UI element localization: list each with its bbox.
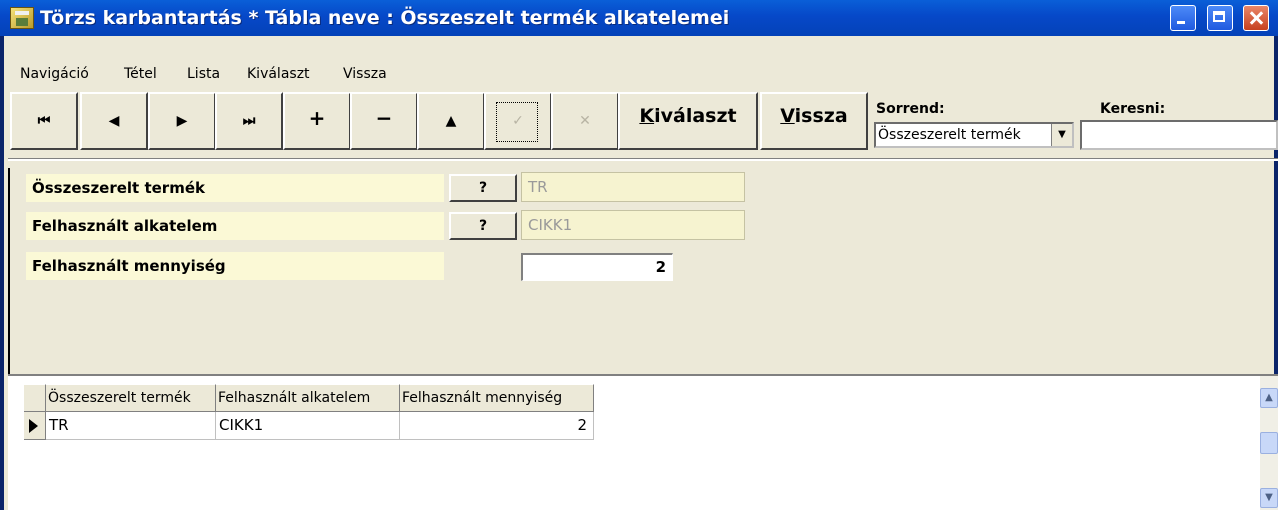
checkmark-icon: ✓ xyxy=(512,113,524,129)
column-header-used-quantity[interactable]: Felhasznált mennyiség xyxy=(400,384,594,412)
main-window: Törzs karbantartás * Tábla neve : Összes… xyxy=(0,0,1278,510)
insert-record-button[interactable]: + xyxy=(283,92,351,150)
search-input[interactable] xyxy=(1080,120,1278,150)
post-button[interactable]: ✓ xyxy=(484,92,552,150)
prev-record-button[interactable]: ◀ xyxy=(80,92,148,150)
search-label: Keresni: xyxy=(1100,101,1166,117)
cancel-x-icon: ✕ xyxy=(579,113,591,129)
select-hotkey: K xyxy=(639,105,655,127)
back-hotkey: V xyxy=(780,105,795,127)
menu-tetel[interactable]: Tétel xyxy=(124,66,157,82)
table-cell[interactable]: TR xyxy=(46,412,216,440)
up-arrow-icon: ▲ xyxy=(445,113,457,129)
vertical-scrollbar[interactable]: ▲ ▼ xyxy=(1260,376,1278,510)
next-record-icon: ▶ xyxy=(176,113,188,129)
last-record-button[interactable]: ⏭ xyxy=(215,92,283,150)
select-button[interactable]: Kiválaszt xyxy=(618,92,758,150)
table-cell[interactable]: 2 xyxy=(400,412,594,440)
grid-corner xyxy=(24,384,46,412)
used-component-field[interactable]: CIKK1 xyxy=(521,210,745,240)
menu-navigacio[interactable]: Navigáció xyxy=(20,66,89,82)
select-label: iválaszt xyxy=(654,105,737,127)
sort-select[interactable]: Összeszerelt termék ▼ xyxy=(874,122,1074,148)
delete-record-button[interactable]: − xyxy=(350,92,418,150)
table-cell[interactable]: CIKK1 xyxy=(216,412,400,440)
field-label-used-component: Felhasznált alkatelem xyxy=(26,212,444,240)
plus-icon: + xyxy=(308,106,326,130)
scroll-down-icon[interactable]: ▼ xyxy=(1260,488,1278,508)
last-record-icon: ⏭ xyxy=(242,113,256,129)
cancel-button[interactable]: ✕ xyxy=(551,92,619,150)
form-left-border xyxy=(8,168,10,374)
back-label: issza xyxy=(794,105,848,127)
menu-vissza[interactable]: Vissza xyxy=(343,66,387,82)
sort-label: Sorrend: xyxy=(876,101,945,117)
assembled-product-field[interactable]: TR xyxy=(521,172,745,202)
lookup-used-component-button[interactable]: ? xyxy=(449,212,517,240)
scroll-up-icon[interactable]: ▲ xyxy=(1260,388,1278,408)
first-record-icon: ⏮ xyxy=(37,113,51,129)
menu-lista[interactable]: Lista xyxy=(187,66,220,82)
back-button[interactable]: Vissza xyxy=(760,92,868,150)
used-quantity-field[interactable]: 2 xyxy=(521,253,673,281)
first-record-button[interactable]: ⏮ xyxy=(10,92,78,150)
chevron-down-icon[interactable]: ▼ xyxy=(1051,124,1072,146)
close-button[interactable] xyxy=(1243,5,1269,31)
lookup-assembled-product-button[interactable]: ? xyxy=(449,174,517,202)
app-icon xyxy=(10,7,34,29)
records-grid[interactable]: Összeszerelt termék Felhasznált alkatele… xyxy=(8,374,1278,510)
prev-record-icon: ◀ xyxy=(108,113,120,129)
maximize-button[interactable] xyxy=(1207,5,1233,31)
current-row-indicator-icon xyxy=(24,412,46,440)
column-header-assembled-product[interactable]: Összeszerelt termék xyxy=(46,384,216,412)
field-label-used-quantity: Felhasznált mennyiség xyxy=(26,252,444,280)
toolbar-separator xyxy=(8,158,1278,161)
scroll-thumb[interactable] xyxy=(1260,432,1278,454)
window-title: Törzs karbantartás * Tábla neve : Összes… xyxy=(40,7,730,29)
menu-bar: Navigáció Tétel Lista Kiválaszt Vissza xyxy=(4,38,1274,92)
menu-kivalaszt[interactable]: Kiválaszt xyxy=(247,66,310,82)
next-record-button[interactable]: ▶ xyxy=(148,92,216,150)
title-bar[interactable]: Törzs karbantartás * Tábla neve : Összes… xyxy=(0,0,1278,36)
minimize-button[interactable] xyxy=(1170,5,1196,31)
field-label-assembled-product: Összeszerelt termék xyxy=(26,174,444,202)
edit-record-button[interactable]: ▲ xyxy=(417,92,485,150)
sort-select-value: Összeszerelt termék xyxy=(878,127,1021,143)
column-header-used-component[interactable]: Felhasznált alkatelem xyxy=(216,384,400,412)
minus-icon: − xyxy=(375,106,393,130)
grid-gutter xyxy=(12,384,24,510)
